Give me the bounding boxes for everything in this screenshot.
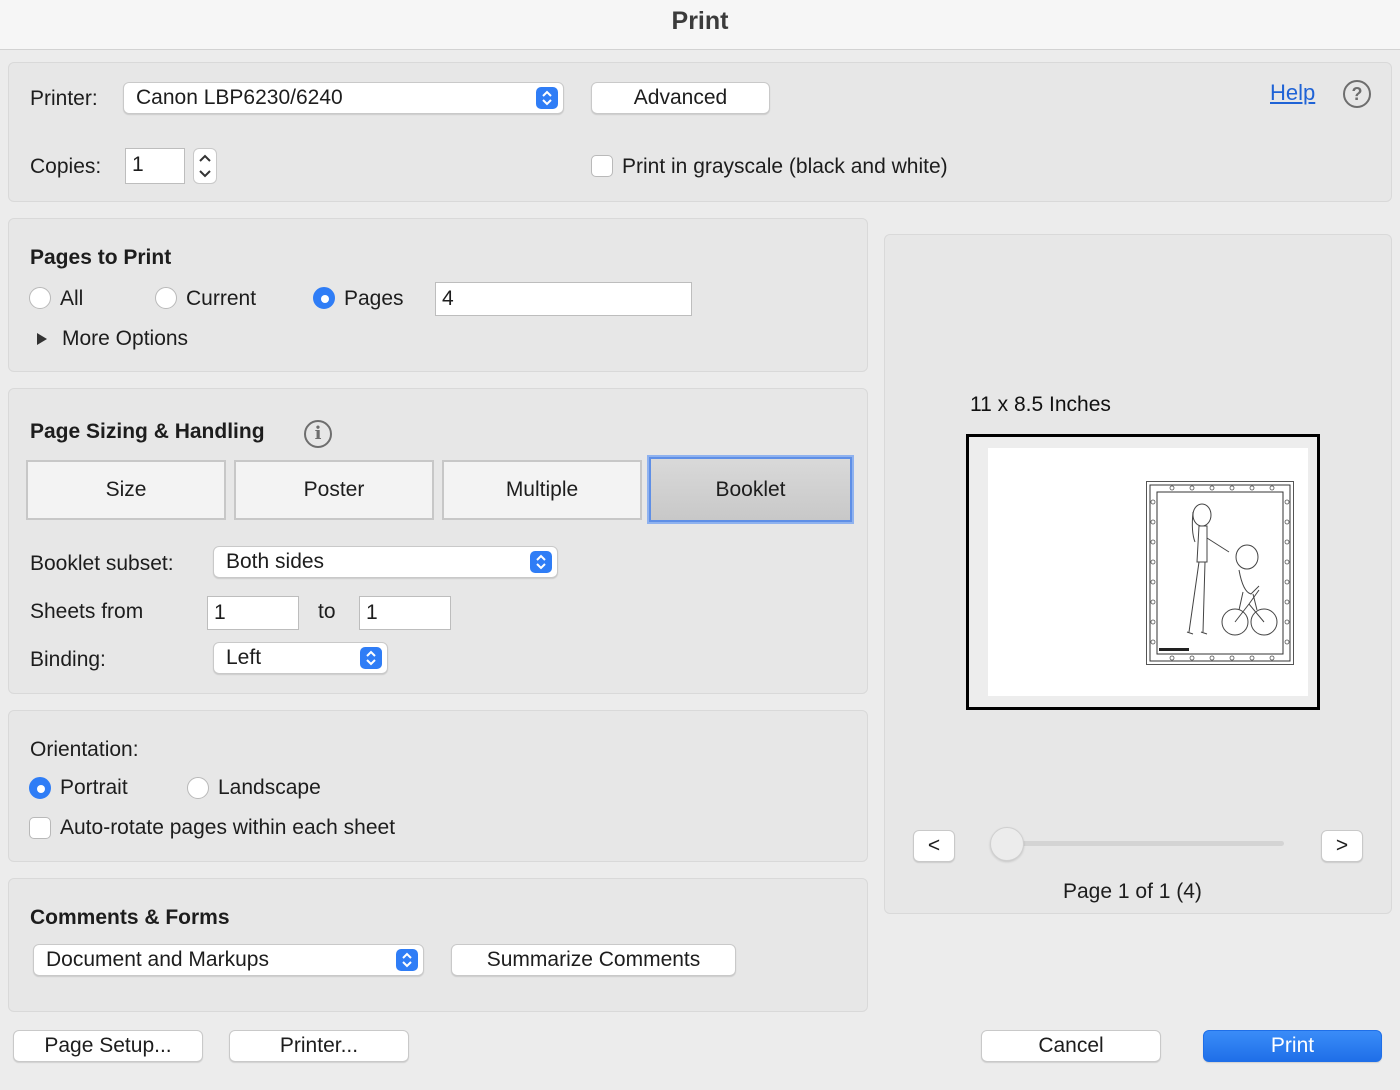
radio-landscape[interactable] [187, 777, 209, 799]
stepper-arrows-icon [199, 154, 211, 178]
sheets-from-label: Sheets from [30, 600, 144, 623]
copies-label: Copies: [30, 155, 102, 178]
booklet-subset-value: Both sides [226, 550, 325, 573]
pages-range-input[interactable]: 4 [435, 282, 692, 316]
page-slider-track[interactable] [996, 841, 1284, 846]
advanced-button[interactable]: Advanced [591, 82, 770, 114]
preview-sheet [988, 448, 1308, 696]
mode-booklet-button[interactable]: Booklet [649, 457, 852, 522]
page-slider-thumb[interactable] [990, 827, 1024, 861]
cancel-button-label: Cancel [1038, 1034, 1104, 1057]
pages-to-print-title: Pages to Print [30, 246, 172, 269]
sheets-from-input[interactable]: 1 [207, 596, 299, 630]
copies-stepper[interactable] [193, 148, 217, 184]
summarize-comments-button[interactable]: Summarize Comments [451, 944, 736, 976]
orientation-title: Orientation: [30, 738, 139, 761]
printer-dialog-button[interactable]: Printer... [229, 1030, 409, 1062]
grayscale-label: Print in grayscale (black and white) [622, 155, 948, 178]
radio-portrait[interactable] [29, 777, 51, 799]
chevron-updown-icon [536, 87, 558, 109]
disclosure-triangle-icon[interactable] [36, 332, 48, 351]
help-icon[interactable]: ? [1343, 80, 1371, 108]
more-options-label[interactable]: More Options [62, 327, 188, 351]
page-setup-label: Page Setup... [44, 1034, 172, 1057]
page-sizing-title: Page Sizing & Handling [30, 420, 265, 443]
radio-portrait-label: Portrait [60, 776, 128, 799]
page-setup-button[interactable]: Page Setup... [13, 1030, 203, 1062]
mode-poster-button[interactable]: Poster [234, 460, 434, 520]
radio-current-label: Current [186, 287, 257, 310]
print-button[interactable]: Print [1203, 1030, 1382, 1062]
print-button-label: Print [1270, 1034, 1315, 1057]
mode-size-button[interactable]: Size [26, 460, 226, 520]
binding-label: Binding: [30, 648, 106, 671]
paper-size-label: 11 x 8.5 Inches [970, 393, 1111, 416]
radio-all-label: All [60, 287, 84, 310]
radio-current[interactable] [155, 287, 177, 309]
page-status: Page 1 of 1 (4) [1063, 880, 1202, 903]
next-page-button[interactable]: > [1321, 830, 1363, 862]
binding-value: Left [226, 646, 262, 669]
chevron-updown-icon [360, 647, 382, 669]
printer-select[interactable]: Canon LBP6230/6240 [123, 82, 564, 114]
window-title: Print [0, 0, 1400, 50]
mode-multiple-button[interactable]: Multiple [442, 460, 642, 520]
copies-input[interactable]: 1 [125, 148, 185, 184]
next-page-label: > [1335, 834, 1349, 857]
binding-select[interactable]: Left [213, 642, 388, 674]
booklet-subset-select[interactable]: Both sides [213, 546, 558, 578]
sheets-to-label: to [318, 600, 336, 623]
previous-page-button[interactable]: < [913, 830, 955, 862]
help-link[interactable]: Help [1270, 80, 1315, 106]
booklet-subset-label: Booklet subset: [30, 552, 174, 575]
grayscale-checkbox[interactable] [591, 155, 613, 177]
previous-page-label: < [927, 834, 941, 857]
comments-forms-title: Comments & Forms [30, 906, 230, 929]
chevron-updown-icon [530, 551, 552, 573]
printer-select-value: Canon LBP6230/6240 [136, 86, 343, 109]
autorotate-checkbox[interactable] [29, 817, 51, 839]
preview-page-thumbnail [1146, 481, 1294, 665]
preview-sheet-frame [966, 434, 1320, 710]
chevron-updown-icon [396, 949, 418, 971]
comments-forms-value: Document and Markups [46, 948, 269, 971]
radio-pages[interactable] [313, 287, 335, 309]
sheets-to-input[interactable]: 1 [359, 596, 451, 630]
summarize-comments-label: Summarize Comments [486, 948, 701, 971]
printer-dialog-label: Printer... [279, 1034, 359, 1057]
radio-landscape-label: Landscape [218, 776, 321, 799]
autorotate-label: Auto-rotate pages within each sheet [60, 816, 396, 839]
coloring-page-image [1149, 484, 1291, 662]
info-icon[interactable]: i [304, 420, 332, 448]
printer-label: Printer: [30, 87, 98, 110]
advanced-button-label: Advanced [633, 86, 728, 109]
radio-all[interactable] [29, 287, 51, 309]
radio-pages-label: Pages [344, 287, 404, 310]
cancel-button[interactable]: Cancel [981, 1030, 1161, 1062]
comments-forms-select[interactable]: Document and Markups [33, 944, 424, 976]
